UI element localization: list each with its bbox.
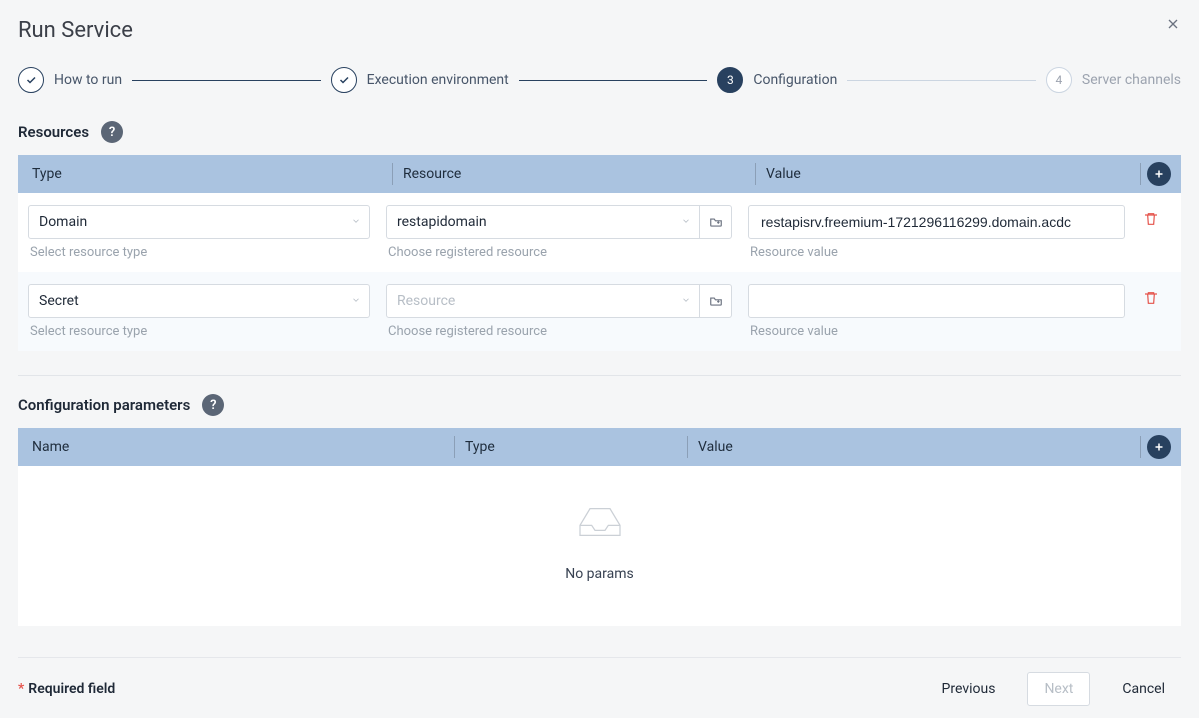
resource-type-select[interactable]: Secret <box>28 284 370 318</box>
close-icon[interactable] <box>1165 16 1181 36</box>
hint-text: Resource value <box>748 324 1125 347</box>
step-configuration[interactable]: 3 Configuration <box>717 67 837 93</box>
step-label: How to run <box>54 72 122 88</box>
chevron-down-icon <box>681 293 691 309</box>
step-label: Execution environment <box>367 72 509 88</box>
run-service-modal: Run Service How to run Execution environ… <box>0 0 1199 718</box>
column-resource: Resource <box>399 166 749 182</box>
step-connector <box>847 80 1036 81</box>
chevron-down-icon <box>351 293 361 309</box>
delete-row-button[interactable] <box>1131 205 1171 227</box>
previous-button[interactable]: Previous <box>926 672 1012 706</box>
select-placeholder: Resource <box>397 293 455 309</box>
select-value: Secret <box>39 293 79 309</box>
resource-value-field[interactable] <box>759 213 1114 231</box>
hint-text: Choose registered resource <box>386 245 732 268</box>
delete-row-button[interactable] <box>1131 284 1171 306</box>
required-field-note: *Required field <box>18 681 115 697</box>
select-value: restapidomain <box>397 214 487 230</box>
help-icon[interactable]: ? <box>202 394 224 416</box>
resource-name-select[interactable]: restapidomain <box>386 205 732 239</box>
column-type: Type <box>28 166 386 182</box>
params-section-title: Configuration parameters ? <box>18 394 1181 416</box>
section-label: Resources <box>18 123 89 141</box>
chevron-down-icon <box>681 214 691 230</box>
check-icon <box>331 67 357 93</box>
section-label: Configuration parameters <box>18 396 190 414</box>
column-value: Value <box>762 166 1134 182</box>
chevron-down-icon <box>351 214 361 230</box>
section-divider <box>18 375 1181 376</box>
params-table-header: Name Type Value <box>18 428 1181 466</box>
resource-type-select[interactable]: Domain <box>28 205 370 239</box>
resource-row: Domain Select resource type restapidomai… <box>18 193 1181 272</box>
modal-footer: *Required field Previous Next Cancel <box>18 657 1181 706</box>
hint-text: Resource value <box>748 245 1125 268</box>
step-connector <box>132 80 321 81</box>
step-execution-environment[interactable]: Execution environment <box>331 67 509 93</box>
check-icon <box>18 67 44 93</box>
step-number: 4 <box>1046 67 1072 93</box>
add-resource-button[interactable] <box>1147 162 1171 186</box>
resource-value-input[interactable] <box>748 205 1125 239</box>
next-button: Next <box>1027 672 1090 706</box>
browse-resource-button[interactable] <box>699 285 731 317</box>
resources-section-title: Resources ? <box>18 121 1181 143</box>
modal-title: Run Service <box>18 18 1181 43</box>
inbox-icon <box>572 502 628 542</box>
resource-name-select[interactable]: Resource <box>386 284 732 318</box>
params-empty-state: No params <box>18 466 1181 626</box>
step-number: 3 <box>717 67 743 93</box>
add-param-button[interactable] <box>1147 435 1171 459</box>
hint-text: Select resource type <box>28 324 370 347</box>
column-type: Type <box>461 439 681 455</box>
help-icon[interactable]: ? <box>101 121 123 143</box>
resource-row: Secret Select resource type Resource Cho… <box>18 272 1181 351</box>
column-value: Value <box>694 439 1134 455</box>
asterisk-icon: * <box>18 681 24 697</box>
column-name: Name <box>28 439 448 455</box>
cancel-button[interactable]: Cancel <box>1106 672 1181 706</box>
select-value: Domain <box>39 214 87 230</box>
resource-value-field[interactable] <box>759 292 1114 310</box>
empty-text: No params <box>565 566 634 582</box>
stepper: How to run Execution environment 3 Confi… <box>18 67 1181 93</box>
hint-text: Choose registered resource <box>386 324 732 347</box>
hint-text: Select resource type <box>28 245 370 268</box>
step-connector <box>519 80 708 81</box>
step-label: Configuration <box>753 72 837 88</box>
resources-table-header: Type Resource Value <box>18 155 1181 193</box>
browse-resource-button[interactable] <box>699 206 731 238</box>
resource-value-input[interactable] <box>748 284 1125 318</box>
step-server-channels: 4 Server channels <box>1046 67 1181 93</box>
step-how-to-run[interactable]: How to run <box>18 67 122 93</box>
step-label: Server channels <box>1082 72 1181 88</box>
